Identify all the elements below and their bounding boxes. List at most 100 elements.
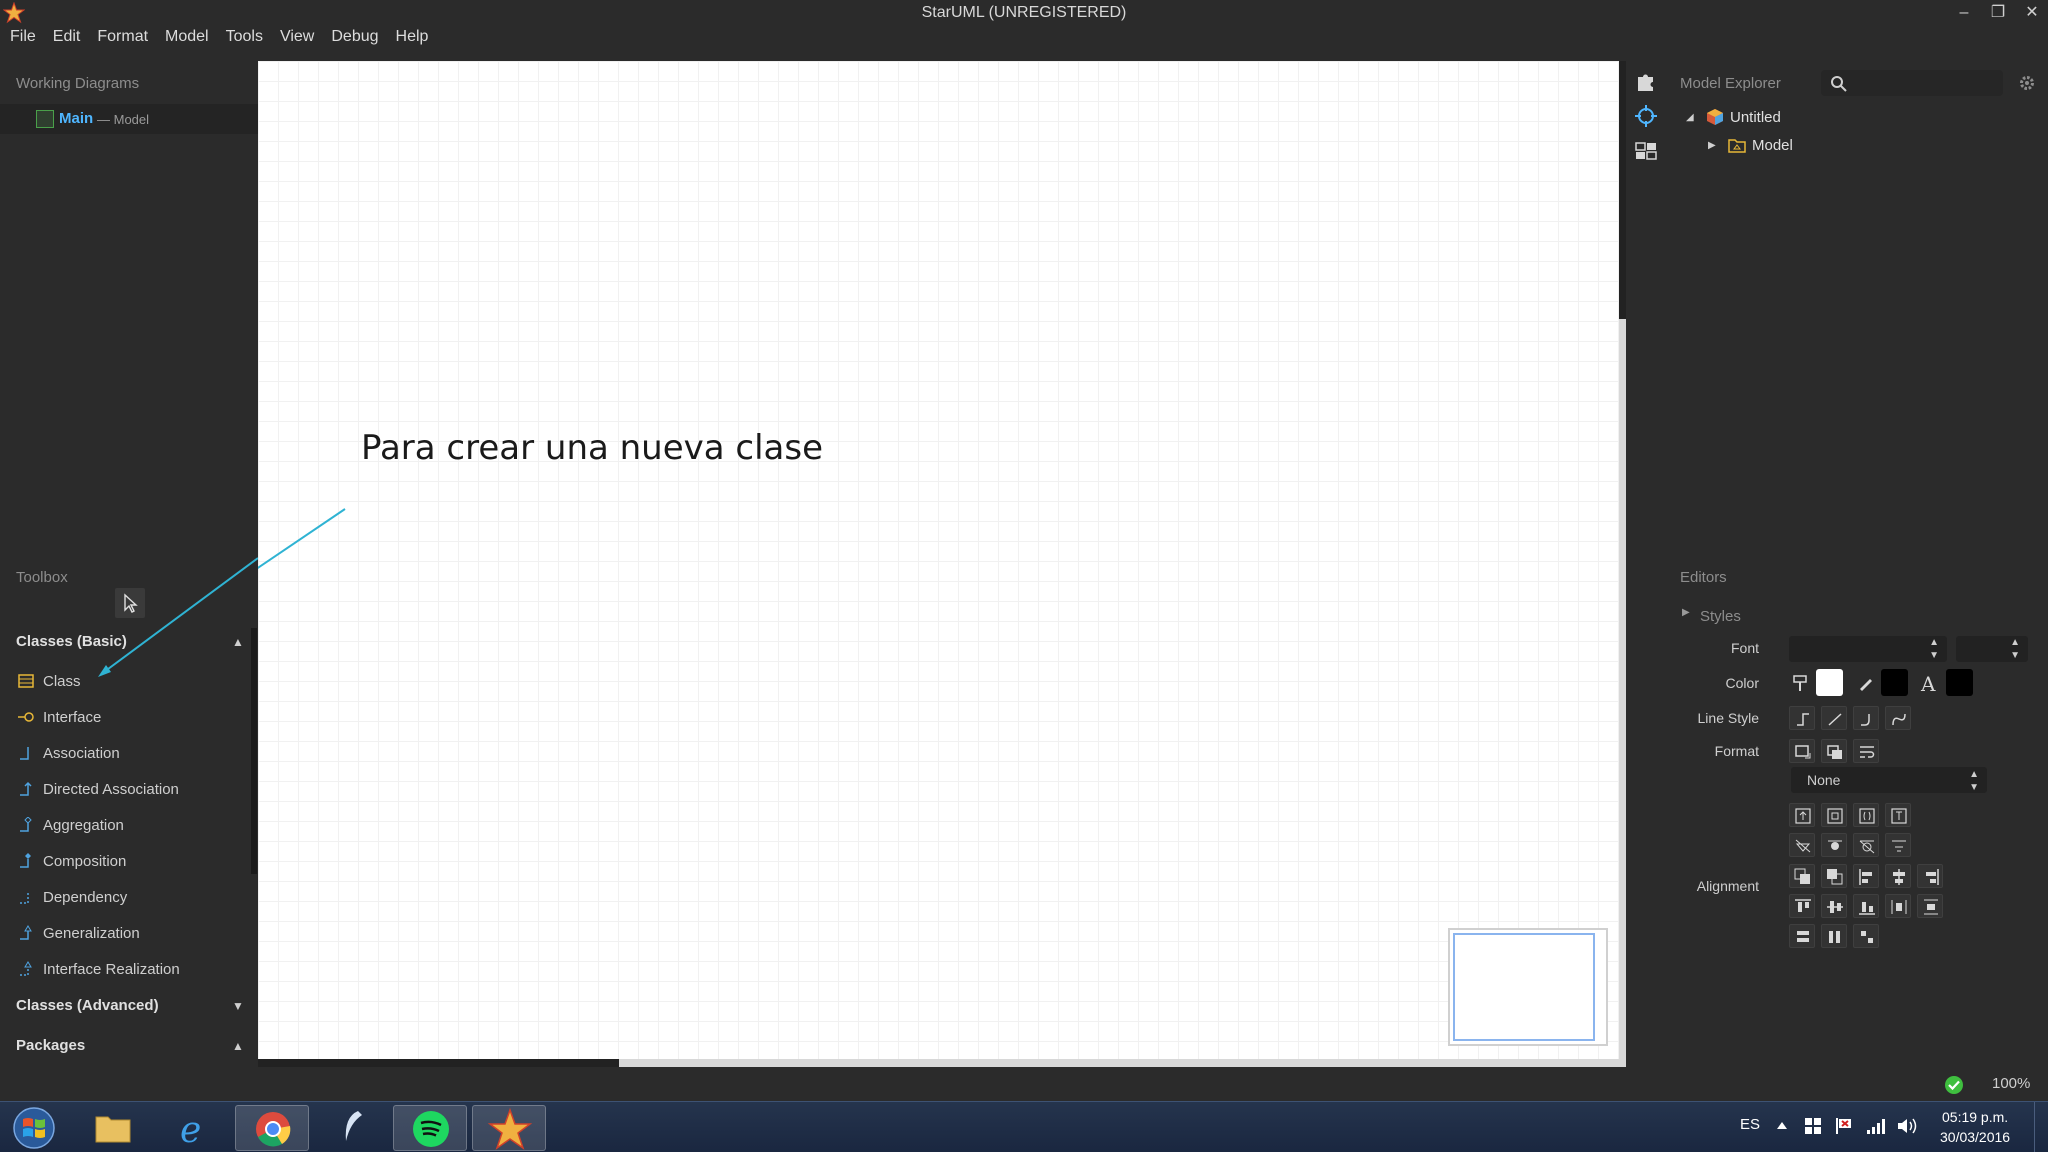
toolbox-item-generalization[interactable]: Generalization	[18, 921, 140, 945]
title-bar: StarUML (UNREGISTERED) – ❐ ✕	[0, 0, 2048, 26]
restore-button[interactable]: ❐	[1981, 0, 2015, 26]
toolbox-item-dependency[interactable]: Dependency	[18, 885, 127, 909]
word-wrap-button[interactable]	[1853, 739, 1879, 763]
clock-date[interactable]: 30/03/2016	[1940, 1129, 2010, 1145]
toolbox-item-aggregation[interactable]: Aggregation	[18, 813, 124, 837]
line-style-curve-button[interactable]	[1885, 706, 1911, 730]
language-indicator[interactable]: ES	[1740, 1116, 1760, 1133]
align-center-button[interactable]	[1885, 864, 1911, 888]
font-color-swatch[interactable]	[1946, 669, 1973, 696]
show-namespace-button[interactable]	[1821, 833, 1847, 857]
association-icon	[20, 747, 29, 760]
volume-icon[interactable]	[1896, 1116, 1918, 1136]
gear-icon[interactable]	[2018, 74, 2036, 92]
toolbox-item-directed-association[interactable]: Directed Association	[18, 777, 179, 801]
tree-toggle-icon[interactable]: ▶	[1708, 140, 1728, 151]
font-color-icon: A	[1921, 672, 1936, 696]
show-visibility-button[interactable]	[1789, 833, 1815, 857]
expand-icon[interactable]: ▼	[232, 999, 244, 1013]
zoom-level[interactable]: 100%	[1992, 1075, 2030, 1092]
show-properties-button[interactable]	[1853, 833, 1879, 857]
taskbar-chrome[interactable]	[235, 1105, 309, 1151]
taskbar-file-explorer[interactable]	[76, 1105, 150, 1151]
suppress-operations-button[interactable]	[1821, 803, 1847, 827]
internet-explorer-icon: e	[180, 1110, 201, 1151]
suppress-literals-button[interactable]	[1885, 803, 1911, 827]
tree-toggle-icon[interactable]: ◢	[1686, 112, 1706, 123]
line-color-swatch[interactable]	[1881, 669, 1908, 696]
menu-debug[interactable]: Debug	[331, 26, 378, 50]
diagram-minimap[interactable]	[1448, 928, 1608, 1046]
model-explorer-search-input[interactable]	[1821, 70, 2003, 96]
network-signal-icon[interactable]	[1866, 1117, 1886, 1135]
tree-node-model[interactable]: ▶ Model	[1708, 133, 1793, 157]
action-center-flag-icon[interactable]	[1834, 1116, 1854, 1136]
staruml-taskbar-icon	[487, 1107, 533, 1150]
align-bottom-button[interactable]	[1853, 894, 1879, 918]
tree-node-untitled[interactable]: ◢ Untitled	[1686, 105, 1781, 129]
line-style-rectilinear-button[interactable]	[1789, 706, 1815, 730]
toolbox-section-classes-advanced[interactable]: Classes (Advanced)	[16, 997, 159, 1014]
fill-color-swatch[interactable]	[1816, 669, 1843, 696]
minimap-viewport[interactable]	[1453, 933, 1595, 1041]
toolbox-item-label: Association	[43, 744, 120, 762]
taskbar-app-feather[interactable]	[314, 1105, 388, 1151]
space-equally-vertical-button[interactable]	[1917, 894, 1943, 918]
show-desktop-button[interactable]	[2034, 1102, 2048, 1152]
model-explorer-title: Model Explorer	[1680, 75, 1781, 92]
set-width-equally-button[interactable]	[1789, 924, 1815, 948]
clock-time[interactable]: 05:19 p.m.	[1942, 1109, 2008, 1125]
align-top-button[interactable]	[1789, 894, 1815, 918]
send-to-back-button[interactable]	[1821, 864, 1847, 888]
tray-expand-icon[interactable]	[1776, 1120, 1788, 1132]
stereotype-display-select[interactable]: None ▲ ▼	[1791, 767, 1987, 793]
receptions-icon	[1859, 808, 1875, 824]
font-size-select[interactable]: ▲ ▼	[1956, 636, 2028, 662]
line-style-rounded-button[interactable]	[1853, 706, 1879, 730]
line-style-oblique-button[interactable]	[1821, 706, 1847, 730]
toolbox-section-packages[interactable]: Packages	[16, 1037, 85, 1054]
navigate-crosshair-icon[interactable]	[1634, 104, 1658, 128]
taskbar-staruml[interactable]	[472, 1105, 546, 1151]
show-shadow-button[interactable]	[1821, 739, 1847, 763]
extensions-puzzle-icon[interactable]	[1634, 69, 1658, 93]
tree-node-label: Model	[1752, 136, 1793, 154]
taskbar-internet-explorer[interactable]: e	[157, 1105, 231, 1151]
directed-association-icon	[20, 781, 32, 796]
generalization-icon	[20, 925, 32, 940]
align-middle-button[interactable]	[1821, 894, 1847, 918]
set-height-equally-button[interactable]	[1821, 924, 1847, 948]
bring-to-front-button[interactable]	[1789, 864, 1815, 888]
space-equally-horizontal-button[interactable]	[1885, 894, 1911, 918]
layout-grid-icon[interactable]	[1634, 139, 1658, 163]
windows-flag-icon[interactable]	[1804, 1117, 1822, 1135]
literals-icon	[1891, 808, 1907, 824]
styles-toggle-icon[interactable]: ▶	[1682, 607, 1690, 618]
canvas-vertical-scroll-thumb[interactable]	[1619, 61, 1626, 319]
styles-section-label[interactable]: Styles	[1700, 608, 1741, 625]
windows-taskbar: e ES 05:19 p.m. 30/03/2016	[0, 1101, 2048, 1152]
collapse-icon[interactable]: ▲	[232, 1039, 244, 1053]
taskbar-spotify[interactable]	[393, 1105, 467, 1151]
menu-view[interactable]: View	[280, 26, 314, 50]
toolbox-item-interface[interactable]: Interface	[18, 705, 101, 729]
align-right-button[interactable]	[1917, 864, 1943, 888]
auto-resize-button[interactable]	[1789, 739, 1815, 763]
minimize-button[interactable]: –	[1947, 0, 1981, 26]
suppress-receptions-button[interactable]	[1853, 803, 1879, 827]
toolbox-item-interface-realization[interactable]: Interface Realization	[18, 957, 180, 981]
diagram-canvas[interactable]: Para crear una nueva clase	[258, 61, 1619, 1067]
windows-start-icon[interactable]	[10, 1105, 58, 1151]
toolbox-item-composition[interactable]: Composition	[18, 849, 126, 873]
align-left-icon	[1859, 869, 1872, 885]
validation-ok-icon[interactable]	[1944, 1075, 1964, 1095]
menu-help[interactable]: Help	[396, 26, 429, 50]
canvas-horizontal-scroll-thumb[interactable]	[258, 1059, 619, 1067]
show-operation-signature-button[interactable]	[1885, 833, 1911, 857]
align-left-button[interactable]	[1853, 864, 1879, 888]
font-family-select[interactable]: ▲ ▼	[1789, 636, 1947, 662]
close-button[interactable]: ✕	[2015, 0, 2048, 26]
set-size-equally-button[interactable]	[1853, 924, 1879, 948]
suppress-attributes-button[interactable]	[1789, 803, 1815, 827]
toolbox-item-association[interactable]: Association	[18, 741, 120, 765]
